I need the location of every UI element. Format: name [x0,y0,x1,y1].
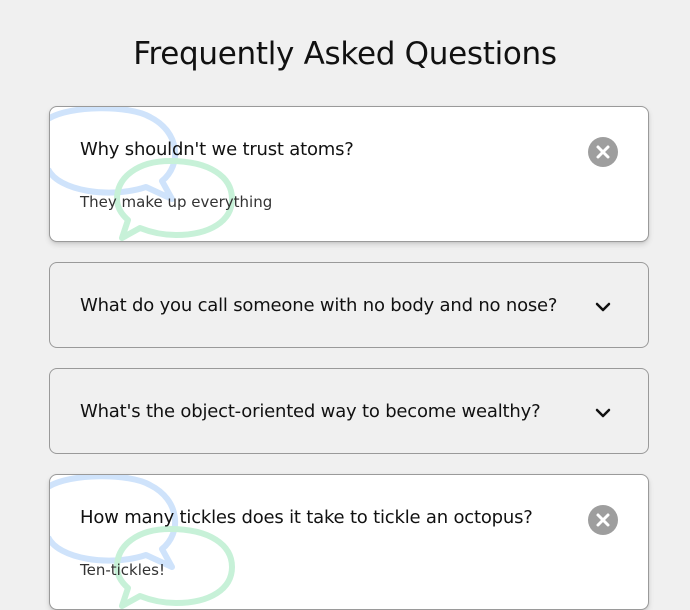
speech-bubbles-icon [50,475,235,609]
chevron-down-icon [595,302,611,312]
close-icon [588,137,618,167]
page-title: Frequently Asked Questions [133,36,557,72]
faq-question[interactable]: What do you call someone with no body an… [80,295,557,316]
speech-bubbles-icon [50,107,235,241]
expand-button[interactable] [588,291,618,321]
chevron-down-icon [595,408,611,418]
faq-question[interactable]: What's the object-oriented way to become… [80,401,541,422]
expand-button[interactable] [588,397,618,427]
close-button[interactable] [588,137,618,167]
faq-item-wealthy[interactable]: What's the object-oriented way to become… [49,368,649,454]
faq-question: How many tickles does it take to tickle … [80,507,533,528]
close-button[interactable] [588,505,618,535]
faq-item-octopus: How many tickles does it take to tickle … [49,474,649,610]
faq-answer: Ten-tickles! [80,561,165,579]
faq-answer: They make up everything [80,193,273,211]
close-icon [588,505,618,535]
faq-question: Why shouldn't we trust atoms? [80,139,354,160]
faq-item-nobody[interactable]: What do you call someone with no body an… [49,262,649,348]
faq-item-atoms: Why shouldn't we trust atoms? They make … [49,106,649,242]
